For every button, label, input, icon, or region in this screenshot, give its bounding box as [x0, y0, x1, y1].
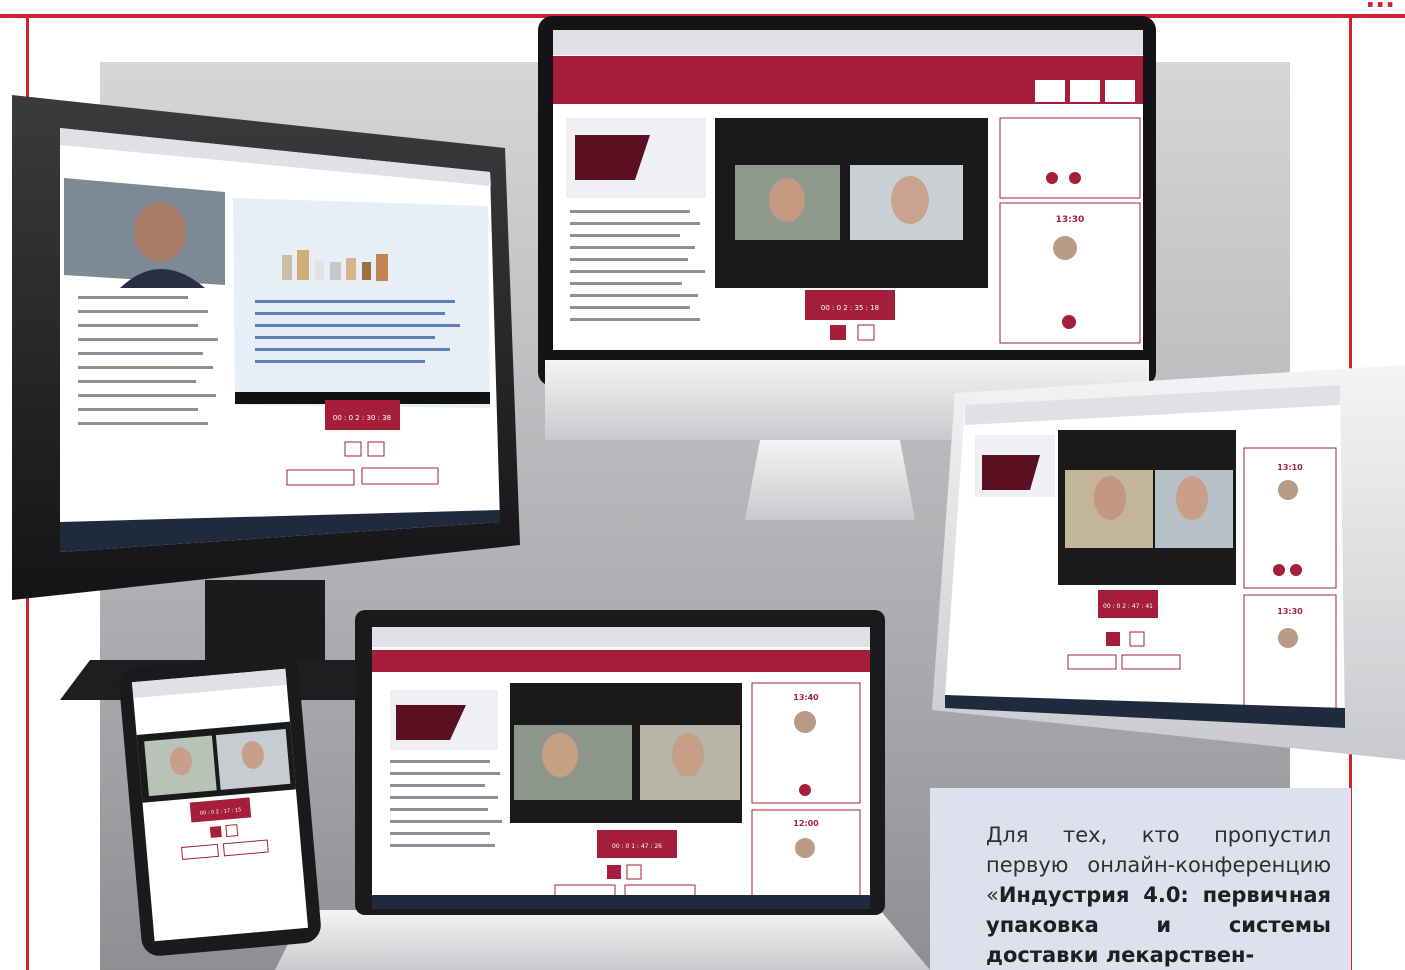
- imac-base: [745, 440, 915, 520]
- right-monitor-slot-time-1: 13:10: [1277, 463, 1303, 472]
- laptop-slot-time-2: 12:00: [793, 819, 819, 828]
- right-monitor: 00 : 0 2 : 47 : 41 13:10 13:30: [932, 365, 1405, 760]
- left-monitor-timer: 00 : 0 2 : 30 : 38: [333, 414, 391, 422]
- phone: 00 : 0 2 : 17 : 15: [119, 654, 321, 956]
- right-monitor-slot-time-2: 13:30: [1277, 607, 1303, 616]
- caption-bold-text: Индустрия 4.0: пер­вичная упаковка и сис…: [986, 883, 1331, 967]
- imac-slot-time: 13:30: [1056, 215, 1085, 225]
- laptop-slot-time-1: 13:40: [793, 693, 819, 702]
- imac-timer: 00 : 0 2 : 35 : 18: [821, 304, 879, 312]
- left-monitor: 00 : 0 2 : 30 : 38: [12, 95, 520, 700]
- laptop-timer: 00 : 0 1 : 47 : 26: [612, 843, 662, 850]
- right-monitor-timer: 00 : 0 2 : 47 : 41: [1103, 603, 1153, 610]
- laptop-base: [275, 910, 930, 970]
- caption-box: Для тех, кто пропустил первую онлайн-кон…: [930, 788, 1351, 970]
- laptop: 00 : 0 1 : 47 : 26 13:40 12:00: [275, 610, 930, 970]
